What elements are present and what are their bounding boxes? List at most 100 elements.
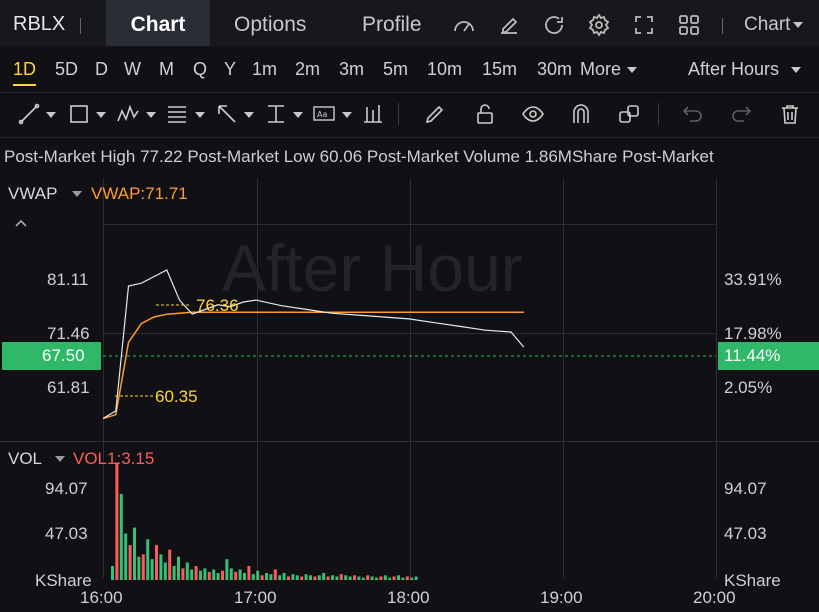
trend-line-icon[interactable] — [18, 103, 40, 125]
timeframe-q[interactable]: Q — [193, 59, 207, 80]
tab-chart[interactable]: Chart — [106, 0, 210, 46]
time-tick: 20:00 — [693, 588, 736, 607]
volume-chart — [111, 462, 418, 580]
volume-bar — [300, 576, 304, 580]
pattern-icon[interactable] — [117, 103, 139, 125]
volume-bar — [203, 568, 207, 580]
fibonacci-icon[interactable] — [166, 103, 188, 125]
chart-menu[interactable]: Chart — [744, 14, 790, 36]
indicator-name[interactable]: VWAP — [8, 184, 57, 204]
volume-bar — [247, 566, 251, 580]
timeframe-2m[interactable]: 2m — [295, 59, 320, 80]
time-tick: 16:00 — [80, 588, 123, 607]
volume-bar — [405, 576, 409, 580]
volume-bar — [335, 576, 339, 580]
chevron-down-icon[interactable] — [146, 112, 156, 118]
volume-bar — [207, 571, 211, 580]
measure-icon[interactable] — [265, 103, 287, 125]
timeframe-5m[interactable]: 5m — [383, 59, 408, 80]
timeframe-10m[interactable]: 10m — [427, 59, 462, 80]
layout-grid-icon[interactable] — [677, 13, 701, 37]
volume-bar — [199, 570, 202, 580]
timeframe-1m[interactable]: 1m — [252, 59, 277, 80]
trash-icon[interactable] — [779, 103, 801, 125]
tab-profile[interactable]: Profile — [362, 0, 422, 46]
volume-bar — [168, 549, 172, 580]
chevron-down-icon — [793, 22, 803, 28]
volume-bar — [137, 556, 141, 580]
volume-bar — [344, 575, 348, 580]
volume-bar — [185, 562, 189, 580]
volume-bar — [177, 556, 180, 580]
undo-icon[interactable] — [682, 103, 704, 125]
timeframe-y[interactable]: Y — [224, 59, 236, 80]
volume-bar — [260, 575, 264, 580]
volume-tick-left: 94.07 — [45, 479, 88, 498]
volume-bar — [317, 575, 321, 580]
volume-bar — [291, 574, 295, 580]
volume-bar — [159, 554, 163, 580]
volume-bar — [238, 569, 242, 580]
timeframe-15m[interactable]: 15m — [482, 59, 517, 80]
tab-options[interactable]: Options — [234, 0, 306, 46]
volume-bar — [401, 577, 405, 580]
volume-bar — [392, 576, 396, 580]
session-selector[interactable]: After Hours — [688, 59, 779, 80]
volume-bar — [326, 576, 330, 580]
unlock-icon[interactable] — [474, 103, 496, 125]
trailing-label: Post-Market — [622, 147, 714, 166]
timeframe-1d[interactable]: 1D — [13, 59, 37, 86]
volume-bar — [212, 569, 216, 580]
timeframe-d[interactable]: D — [95, 59, 108, 80]
chevron-up-icon[interactable] — [14, 218, 28, 228]
gear-icon[interactable] — [587, 13, 611, 37]
chevron-down-icon[interactable] — [55, 456, 65, 462]
volume-bar — [379, 576, 383, 580]
link-icon[interactable] — [618, 103, 640, 125]
timeframe-5d[interactable]: 5D — [55, 59, 78, 80]
chevron-down-icon[interactable] — [46, 112, 56, 118]
chevron-down-icon[interactable] — [342, 112, 352, 118]
volume-bar — [225, 559, 229, 580]
candle-settings-icon[interactable] — [362, 103, 384, 125]
volume-bar — [150, 559, 154, 580]
volume-indicator-name[interactable]: VOL — [8, 449, 42, 469]
volume-bar — [133, 527, 136, 580]
timeframe-w[interactable]: W — [124, 59, 141, 80]
chevron-down-icon[interactable] — [293, 112, 303, 118]
current-pct: 11.44% — [724, 346, 781, 365]
volume-bar — [221, 570, 224, 580]
chevron-down-icon[interactable] — [72, 191, 82, 197]
price-tick-left: 81.11 — [47, 270, 89, 289]
volume-bar — [273, 569, 277, 580]
text-label-icon[interactable]: Aa — [313, 103, 335, 125]
chevron-down-icon[interactable] — [195, 112, 205, 118]
volume-bar — [243, 573, 246, 580]
timeframe-30m[interactable]: 30m — [537, 59, 572, 80]
arrow-icon[interactable] — [216, 103, 238, 125]
volume-bar — [410, 577, 414, 580]
rectangle-icon[interactable] — [68, 103, 90, 125]
volume-bar — [265, 573, 268, 580]
redo-icon[interactable] — [730, 103, 752, 125]
volume-bar — [370, 576, 374, 580]
edit-icon[interactable] — [497, 13, 521, 37]
timeframe-more[interactable]: More — [580, 59, 621, 80]
symbol-label[interactable]: RBLX — [13, 13, 65, 36]
refresh-icon[interactable] — [542, 13, 566, 37]
volume-bar — [194, 566, 198, 580]
gauge-icon[interactable] — [452, 13, 476, 37]
fullscreen-icon[interactable] — [632, 13, 656, 37]
volume-bar — [190, 569, 194, 580]
chevron-down-icon[interactable] — [244, 112, 254, 118]
magnet-icon[interactable] — [570, 103, 592, 125]
volume-bar — [282, 573, 286, 580]
pencil-icon[interactable] — [424, 103, 446, 125]
timeframe-3m[interactable]: 3m — [339, 59, 364, 80]
volume-bar — [124, 533, 128, 580]
timeframe-m[interactable]: M — [159, 59, 174, 80]
price-tick-left: 61.81 — [47, 378, 90, 397]
chevron-down-icon — [791, 67, 801, 73]
chevron-down-icon[interactable] — [96, 112, 106, 118]
eye-icon[interactable] — [522, 103, 544, 125]
